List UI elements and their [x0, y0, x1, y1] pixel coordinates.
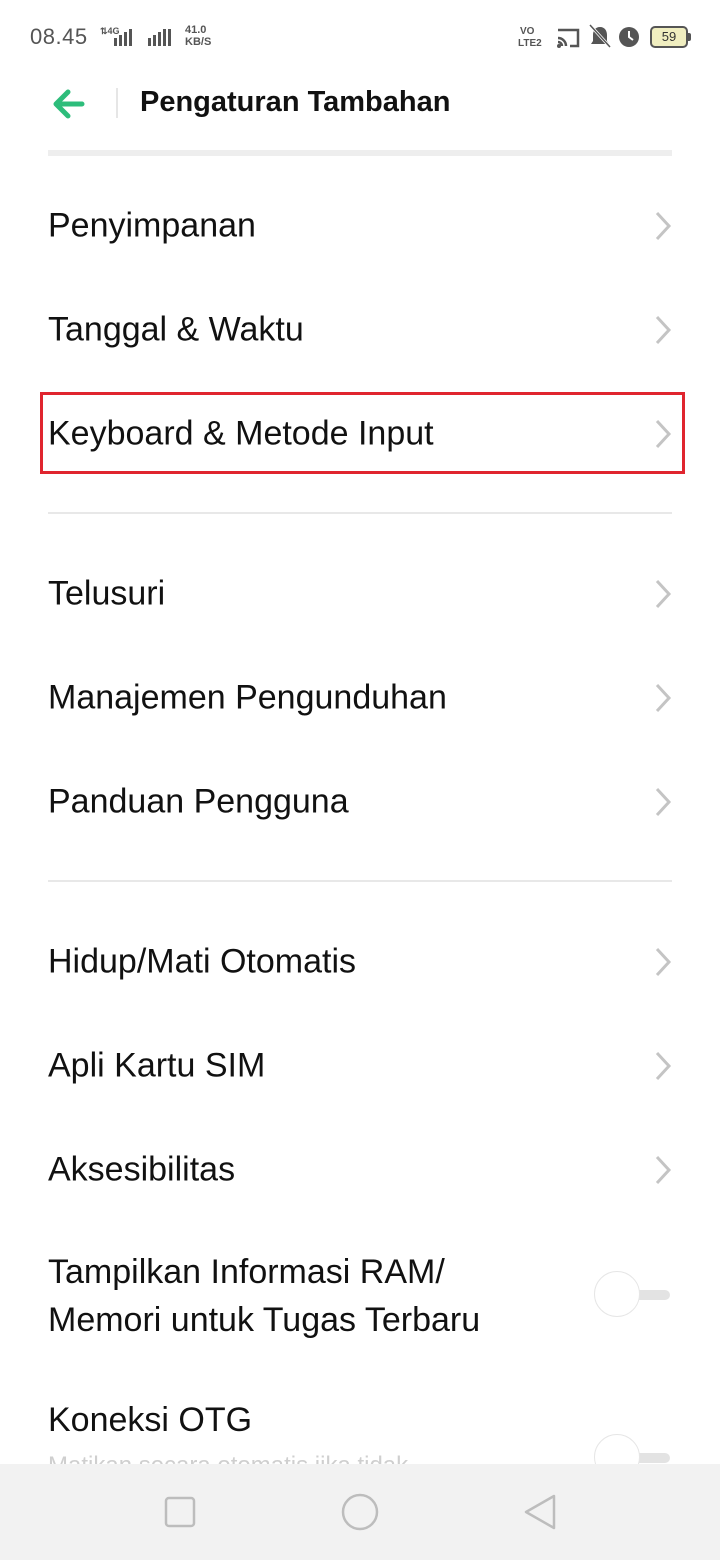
chevron-right-icon	[655, 787, 672, 817]
menu-item-search[interactable]: Telusuri	[48, 546, 672, 642]
alarm-icon	[619, 27, 639, 47]
highlight-box	[40, 392, 685, 474]
menu-item-label: Telusuri	[48, 574, 166, 613]
recent-apps-button[interactable]	[156, 1488, 204, 1536]
back-nav-button[interactable]	[516, 1488, 564, 1536]
chevron-right-icon	[655, 1051, 672, 1081]
status-right-icons: VO LTE2	[518, 22, 643, 55]
app-header: Pengaturan Tambahan	[0, 72, 720, 134]
menu-item-user-guide[interactable]: Panduan Pengguna	[48, 754, 672, 850]
arrow-left-icon	[53, 89, 85, 119]
navigation-bar	[0, 1464, 720, 1560]
ram-info-row: Tampilkan Informasi RAM/ Memori untuk Tu…	[48, 1248, 672, 1344]
network-speed: 41.0 KB/S	[185, 24, 212, 48]
back-button[interactable]	[48, 84, 92, 124]
signal-icons: ⇅4G	[100, 26, 180, 53]
menu-item-storage[interactable]: Penyimpanan	[48, 178, 672, 274]
menu-item-label: Aksesibilitas	[48, 1150, 236, 1189]
toggle-knob	[594, 1434, 640, 1464]
menu-item-download-manager[interactable]: Manajemen Pengunduhan	[48, 650, 672, 746]
battery-icon: 59	[650, 26, 691, 48]
menu-item-auto-power[interactable]: Hidup/Mati Otomatis	[48, 914, 672, 1010]
menu-item-label: Manajemen Pengunduhan	[48, 678, 447, 717]
header-divider	[116, 88, 118, 118]
chevron-right-icon	[655, 315, 672, 345]
menu-item-label: Apli Kartu SIM	[48, 1046, 266, 1085]
otg-label: Koneksi OTG	[48, 1401, 253, 1439]
menu-item-label: Panduan Pengguna	[48, 782, 349, 821]
svg-text:LTE2: LTE2	[518, 38, 542, 49]
menu-item-label: Tanggal & Waktu	[48, 310, 304, 349]
top-divider	[48, 150, 672, 156]
chevron-right-icon	[655, 211, 672, 241]
back-icon	[524, 1494, 556, 1530]
section-divider	[48, 512, 672, 514]
home-icon	[341, 1493, 379, 1531]
menu-item-sim-apps[interactable]: Apli Kartu SIM	[48, 1018, 672, 1114]
cast-icon	[557, 28, 580, 48]
chevron-right-icon	[655, 1155, 672, 1185]
status-bar: 08.45 ⇅4G 41.0 KB/S VO LTE2 59	[0, 0, 720, 72]
svg-text:VO: VO	[520, 26, 535, 37]
menu-item-label: Hidup/Mati Otomatis	[48, 942, 356, 981]
menu-item-label: Penyimpanan	[48, 206, 256, 245]
menu-item-accessibility[interactable]: Aksesibilitas	[48, 1122, 672, 1218]
menu-item-date-time[interactable]: Tanggal & Waktu	[48, 282, 672, 378]
section-divider	[48, 880, 672, 882]
ram-info-label-line2: Memori untuk Tugas Terbaru	[48, 1301, 481, 1339]
bell-muted-icon	[588, 23, 612, 49]
page-title: Pengaturan Tambahan	[140, 86, 451, 118]
otg-row: Koneksi OTG	[48, 1396, 672, 1444]
otg-subtext: Matikan secara otomatis jika tidak	[48, 1452, 588, 1464]
svg-text:⇅4G: ⇅4G	[100, 26, 120, 36]
chevron-right-icon	[655, 947, 672, 977]
home-button[interactable]	[336, 1488, 384, 1536]
clock: 08.45	[30, 24, 88, 49]
ram-info-toggle[interactable]	[594, 1271, 670, 1319]
chevron-right-icon	[655, 579, 672, 609]
chevron-right-icon	[655, 683, 672, 713]
ram-info-label-line1: Tampilkan Informasi RAM/	[48, 1253, 445, 1291]
toggle-knob	[594, 1271, 640, 1317]
otg-toggle[interactable]	[594, 1434, 670, 1464]
volte-icon: VO LTE2	[518, 26, 542, 49]
recent-apps-icon	[164, 1496, 196, 1528]
